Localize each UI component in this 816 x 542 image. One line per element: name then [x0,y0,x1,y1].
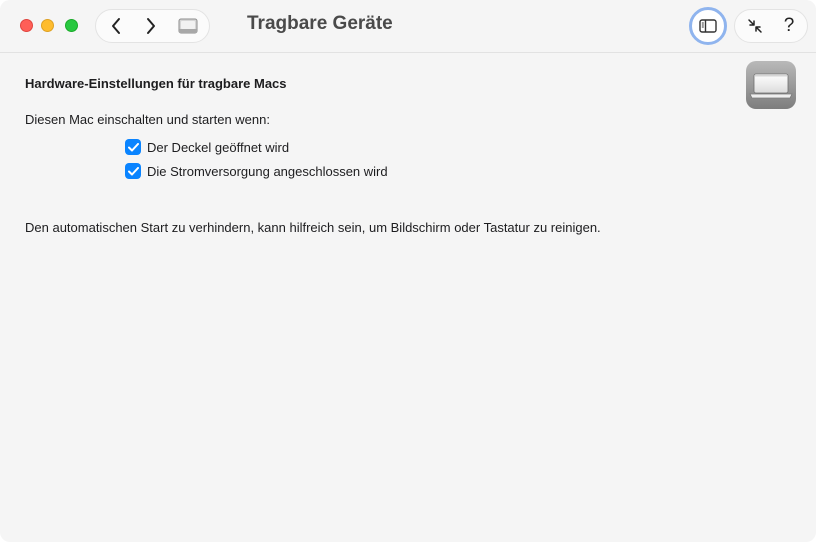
window-actions-group: ? [734,9,808,43]
chevron-left-icon [112,18,120,34]
collapse-arrows-icon [748,19,762,33]
checkbox-row-lid-open[interactable]: Der Deckel geöffnet wird [125,138,289,156]
collapse-button[interactable] [741,10,769,42]
checkmark-icon [127,166,139,175]
titlebar: Tragbare Geräte ? [0,0,816,53]
sidebar-toggle-button[interactable] [689,7,727,45]
sidebar-icon [699,19,717,33]
book-icon [178,18,198,34]
laptop-icon [746,61,796,109]
power-connected-label: Die Stromversorgung angeschlossen wird [147,163,388,179]
navigation-group [95,9,210,43]
back-button[interactable] [104,10,128,42]
maximize-button[interactable] [65,19,78,32]
help-button[interactable]: ? [775,10,803,42]
checkmark-icon [127,142,139,151]
startup-prompt: Diesen Mac einschalten und starten wenn: [25,112,270,127]
lid-open-checkbox[interactable] [125,139,141,155]
book-button[interactable] [174,10,202,42]
window: Tragbare Geräte ? Hardware-Einstellungen… [0,0,816,542]
minimize-button[interactable] [41,19,54,32]
checkbox-row-power-connected[interactable]: Die Stromversorgung angeschlossen wird [125,162,388,180]
section-heading: Hardware-Einstellungen für tragbare Macs [25,76,287,91]
settings-pane: Hardware-Einstellungen für tragbare Macs… [0,53,816,542]
power-connected-checkbox[interactable] [125,163,141,179]
info-text: Den automatischen Start zu verhindern, k… [25,220,601,235]
window-title: Tragbare Geräte [247,13,393,34]
chevron-right-icon [147,18,155,34]
close-button[interactable] [20,19,33,32]
forward-button[interactable] [139,10,163,42]
lid-open-label: Der Deckel geöffnet wird [147,139,290,155]
